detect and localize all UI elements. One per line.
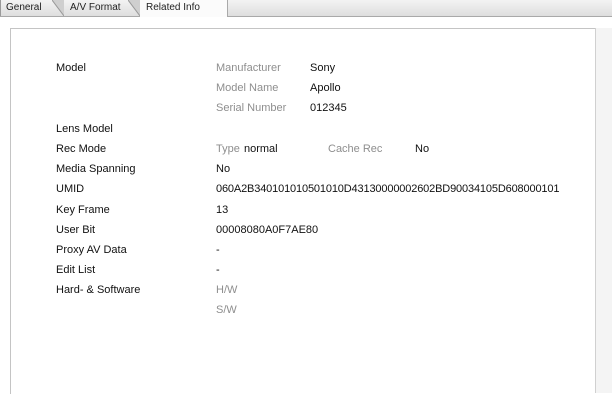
tab-related-info-label: Related Info xyxy=(146,2,200,13)
serial-number-label: Serial Number xyxy=(216,102,287,114)
tab-general-label: General xyxy=(6,2,42,13)
vertical-scrollbar[interactable] xyxy=(595,28,612,393)
edit-list-label: Edit List xyxy=(56,264,96,276)
tab-separator-icon xyxy=(52,0,64,16)
manufacturer-value: Sony xyxy=(310,62,336,74)
model-label: Model xyxy=(56,62,86,74)
manufacturer-label: Manufacturer xyxy=(216,62,281,74)
key-frame-value: 13 xyxy=(216,204,229,216)
tab-av-format-label: A/V Format xyxy=(70,2,121,13)
tab-bar: General A/V Format Related Info xyxy=(0,0,612,17)
rec-mode-label: Rec Mode xyxy=(56,143,107,155)
proxy-av-data-label: Proxy AV Data xyxy=(56,244,127,256)
model-name-value: Apollo xyxy=(310,82,341,94)
hw-label: H/W xyxy=(216,284,238,296)
lens-model-label: Lens Model xyxy=(56,123,113,135)
rec-type-label: Type xyxy=(216,143,240,155)
hardware-software-label: Hard- & Software xyxy=(56,284,141,296)
serial-number-value: 012345 xyxy=(310,102,347,114)
user-bit-value: 00008080A0F7AE80 xyxy=(216,224,319,236)
media-spanning-value: No xyxy=(216,163,231,175)
sw-label: S/W xyxy=(216,304,237,316)
tab-av-format[interactable]: A/V Format xyxy=(64,0,140,16)
proxy-av-data-value: - xyxy=(216,244,220,256)
model-name-label: Model Name xyxy=(216,82,279,94)
tab-separator-icon xyxy=(128,0,140,16)
cache-rec-value: No xyxy=(415,143,430,155)
cache-rec-label: Cache Rec xyxy=(328,143,383,155)
umid-label: UMID xyxy=(56,183,85,195)
key-frame-label: Key Frame xyxy=(56,204,110,216)
umid-value: 060A2B340101010501010D43130000002602BD90… xyxy=(216,183,560,195)
user-bit-label: User Bit xyxy=(56,224,96,236)
media-spanning-label: Media Spanning xyxy=(56,163,136,175)
tab-general[interactable]: General xyxy=(0,0,64,16)
edit-list-value: - xyxy=(216,264,220,276)
tab-related-info[interactable]: Related Info xyxy=(140,0,228,17)
related-info-panel: Model Manufacturer Sony Model Name Apoll… xyxy=(10,28,596,394)
rec-type-value: normal xyxy=(244,143,278,155)
